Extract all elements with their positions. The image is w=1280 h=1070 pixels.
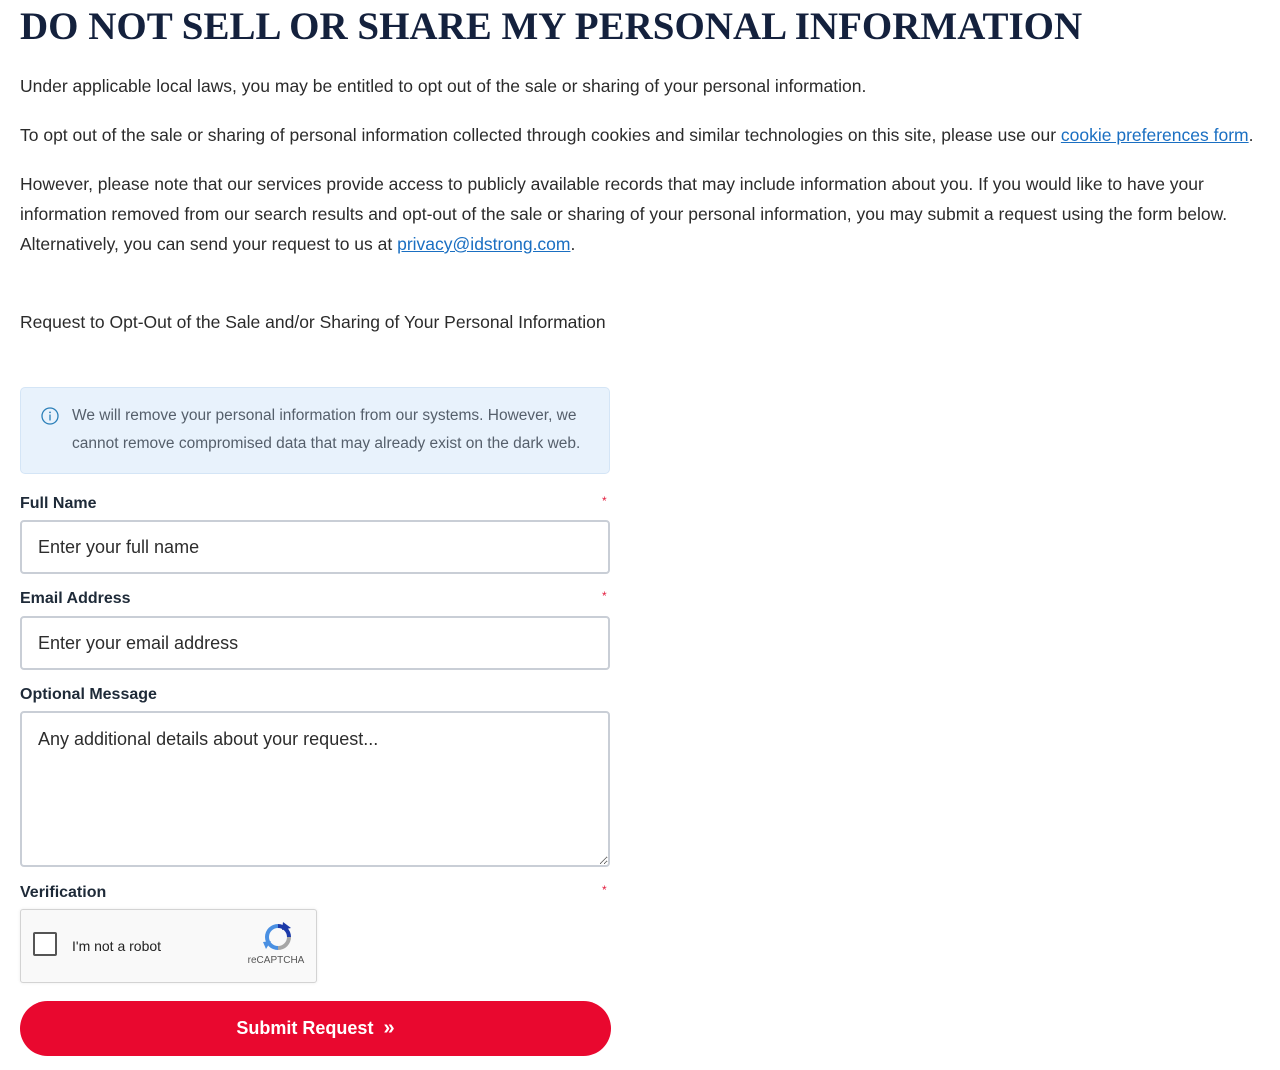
records-end: . bbox=[570, 234, 576, 254]
info-notice: We will remove your personal information… bbox=[20, 387, 610, 474]
intro-text-content: Under applicable local laws, you may be … bbox=[20, 76, 867, 96]
full-name-input[interactable] bbox=[20, 520, 610, 574]
privacy-email-link[interactable]: privacy@idstrong.com bbox=[397, 234, 570, 254]
full-name-required-mark: * bbox=[602, 494, 607, 508]
double-chevron-right-icon: » bbox=[383, 1016, 395, 1039]
cookies-end: . bbox=[1248, 125, 1254, 145]
cookies-text: To opt out of the sale or sharing of per… bbox=[20, 125, 1061, 145]
intro-text: Under applicable local laws, you may be … bbox=[20, 71, 866, 101]
form-heading: Request to Opt-Out of the Sale and/or Sh… bbox=[20, 312, 606, 332]
cookie-preferences-link[interactable]: cookie preferences form bbox=[1061, 125, 1249, 145]
recaptcha-checkbox[interactable] bbox=[33, 932, 57, 956]
recaptcha-brand: reCAPTCHA bbox=[247, 955, 305, 966]
optional-message-textarea[interactable] bbox=[20, 711, 610, 867]
email-required-mark: * bbox=[602, 589, 607, 603]
info-icon bbox=[41, 407, 59, 425]
records-paragraph: However, please note that our services p… bbox=[20, 169, 1260, 259]
page-title: DO NOT SELL OR SHARE MY PERSONAL INFORMA… bbox=[20, 5, 1083, 48]
submit-request-button[interactable]: Submit Request » bbox=[20, 1001, 611, 1056]
recaptcha-widget: I'm not a robot reCAPTCHA bbox=[20, 909, 317, 983]
optional-message-label: Optional Message bbox=[20, 686, 157, 703]
email-label: Email Address bbox=[20, 590, 131, 607]
records-text: However, please note that our services p… bbox=[20, 174, 1228, 254]
notice-text: We will remove your personal information… bbox=[72, 407, 581, 452]
submit-request-label: Submit Request bbox=[236, 1018, 374, 1038]
recaptcha-checkbox-label: I'm not a robot bbox=[72, 938, 162, 954]
recaptcha-logo-icon bbox=[263, 922, 291, 950]
verification-required-mark: * bbox=[602, 883, 607, 897]
full-name-label: Full Name bbox=[20, 495, 97, 512]
cookies-paragraph: To opt out of the sale or sharing of per… bbox=[20, 120, 1254, 150]
email-input[interactable] bbox=[20, 616, 610, 670]
verification-label: Verification bbox=[20, 884, 107, 901]
